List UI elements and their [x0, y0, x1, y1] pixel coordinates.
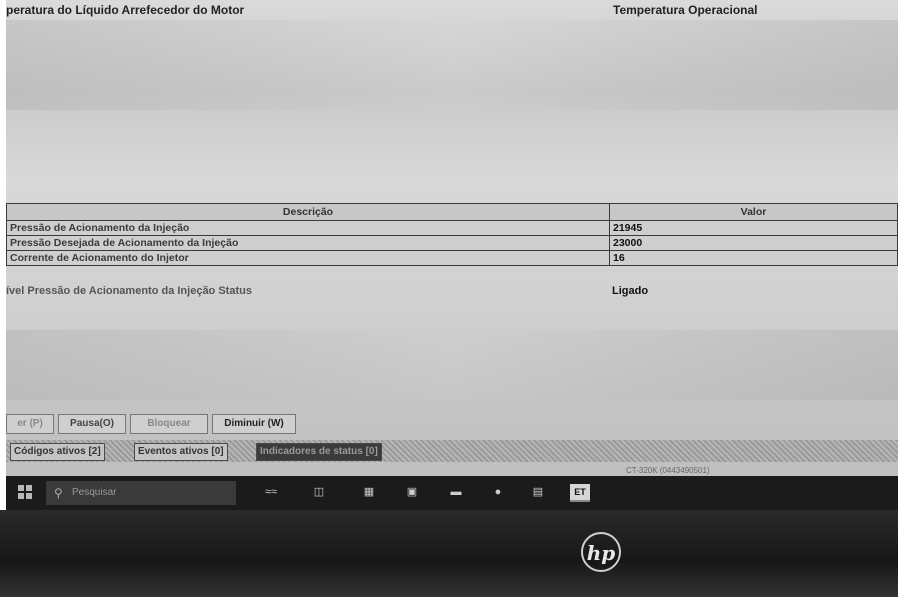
- taskbar-search-input[interactable]: ⚲ Pesquisar: [46, 481, 236, 505]
- status-indicators-tab[interactable]: Indicadores de status [0]: [256, 443, 382, 461]
- column-header-description[interactable]: Descrição: [6, 203, 610, 221]
- status-label: ível Pressão de Acionamento da Injeção S…: [6, 285, 252, 297]
- screen-glare: [6, 20, 898, 110]
- row-description: Pressão de Acionamento da Injeção: [6, 220, 610, 236]
- lock-button[interactable]: Bloquear: [130, 414, 208, 434]
- row-value: 16: [609, 250, 898, 266]
- search-placeholder: Pesquisar: [72, 487, 117, 498]
- cortana-icon[interactable]: ≈≈: [251, 484, 291, 500]
- et-app-icon[interactable]: ET: [570, 484, 590, 502]
- task-view-icon[interactable]: ◫: [311, 484, 327, 500]
- active-codes-tab[interactable]: Códigos ativos [2]: [10, 443, 105, 461]
- search-icon: ⚲: [54, 486, 63, 500]
- folder-icon[interactable]: ▬: [448, 484, 464, 500]
- parameter-header-left: peratura do Líquido Arrefecedor do Motor: [6, 3, 245, 17]
- row-value: 21945: [609, 220, 898, 236]
- status-value: Ligado: [612, 285, 649, 297]
- edge-browser-icon[interactable]: ●: [490, 484, 506, 500]
- row-description: Corrente de Acionamento do Injetor: [6, 250, 610, 266]
- row-value: 23000: [609, 235, 898, 251]
- table-row[interactable]: Pressão Desejada de Acionamento da Injeç…: [6, 235, 898, 251]
- active-events-tab[interactable]: Eventos ativos [0]: [134, 443, 228, 461]
- application-window: peratura do Líquido Arrefecedor do Motor…: [6, 0, 898, 510]
- row-description: Pressão Desejada de Acionamento da Injeç…: [6, 235, 610, 251]
- version-label: CT-320K (0443490501): [626, 466, 710, 475]
- table-header-row: Descrição Valor: [6, 203, 898, 221]
- file-explorer-icon[interactable]: ▦: [361, 484, 377, 500]
- table-row[interactable]: Pressão de Acionamento da Injeção 21945: [6, 220, 898, 236]
- pause-button[interactable]: Pausa(O): [58, 414, 126, 434]
- parameter-table: Descrição Valor Pressão de Acionamento d…: [6, 203, 898, 266]
- table-row[interactable]: Corrente de Acionamento do Injetor 16: [6, 250, 898, 266]
- hold-button[interactable]: er (P): [6, 414, 54, 434]
- window-app-icon[interactable]: ▤: [530, 484, 546, 500]
- laptop-bezel: [0, 510, 898, 597]
- column-header-value[interactable]: Valor: [609, 203, 898, 221]
- parameter-header-right: Temperatura Operacional: [613, 3, 758, 17]
- hp-logo: hp: [581, 532, 621, 572]
- screen-glare-lower: [6, 330, 898, 400]
- decrease-button[interactable]: Diminuir (W): [212, 414, 296, 434]
- windows-start-icon[interactable]: [18, 485, 32, 499]
- status-bar: Códigos ativos [2] Eventos ativos [0] In…: [6, 440, 898, 462]
- taskbar: ⚲ Pesquisar ≈≈ ◫ ▦ ▣ ▬ ● ▤ ET: [6, 476, 898, 510]
- store-icon[interactable]: ▣: [404, 484, 420, 500]
